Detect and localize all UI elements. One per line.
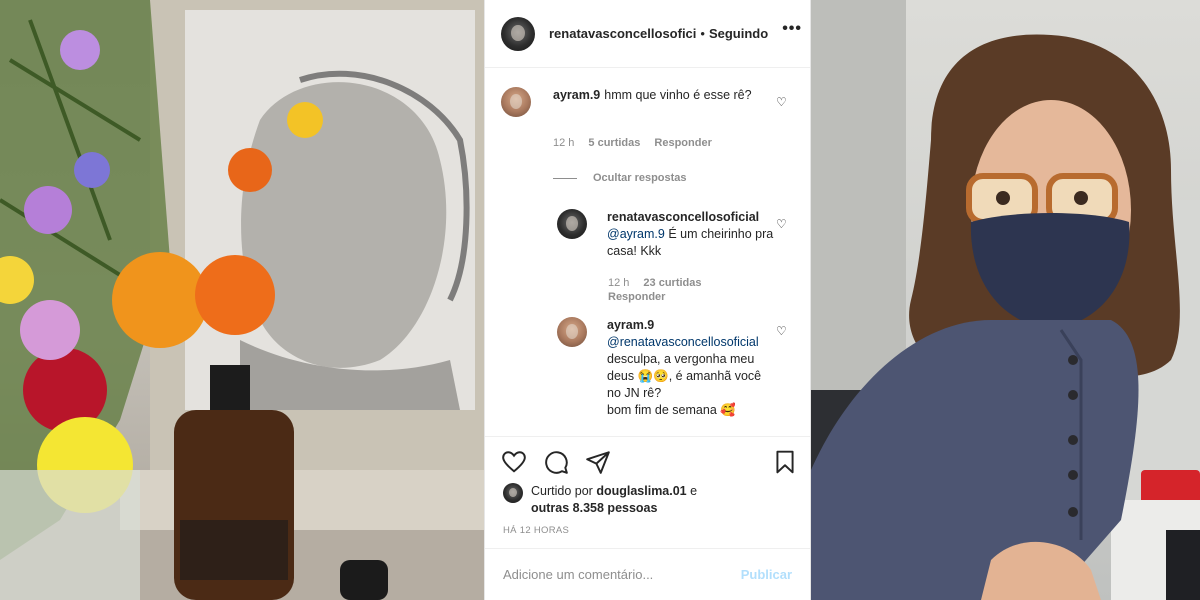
avatar[interactable] [557,209,587,239]
reply-meta: 12 h 23 curtidas Responder [608,277,702,303]
liked-by-text: Curtido por douglaslima.01 e outras 8.35… [531,483,697,517]
heart-icon[interactable]: ♡ [776,324,787,338]
comment-likes[interactable]: 5 curtidas [588,137,640,149]
heart-icon[interactable]: ♡ [776,95,787,109]
comment-text: ayram.9 hmm que vinho é esse rê? [553,87,753,117]
reply-body: desculpa, a vergonha meu deus 😭🥺, é aman… [607,352,762,400]
comment-username[interactable]: ayram.9 [553,88,600,102]
reply-username[interactable]: ayram.9 [607,318,654,332]
heart-icon[interactable]: ♡ [776,217,787,231]
comment-icon[interactable] [543,449,569,475]
reply-item: renatavasconcellosoficial @ayram.9 É um … [557,209,787,260]
reply-mention[interactable]: @ayram.9 [607,227,665,241]
comments-list[interactable]: ayram.9 hmm que vinho é esse rê? ♡ 12 h 5… [485,69,810,435]
reply-username[interactable]: renatavasconcellosoficial [607,210,759,224]
instagram-comments-panel: renatavasconcellosofici • Seguindo ••• a… [484,0,811,600]
avatar[interactable] [501,16,535,51]
reply-body-cut: bom fim de semana 🥰 [607,403,736,417]
avatar[interactable] [501,87,531,117]
likes-summary: Curtido por douglaslima.01 e outras 8.35… [503,483,697,517]
reply-likes[interactable]: 23 curtidas [643,277,701,289]
liked-by-conjunction: e [690,484,698,498]
left-photo-flowers-and-drawing [0,0,484,600]
comment-body: hmm que vinho é esse rê? [604,88,752,102]
reply-text: ayram.9 @renatavasconcellosoficial descu… [607,317,767,419]
reply-mention[interactable]: @renatavasconcellosoficial [607,335,759,349]
post-actions: Curtido por douglaslima.01 e outras 8.35… [485,436,810,546]
more-icon[interactable]: ••• [782,20,802,38]
header-separator-dot: • [700,26,705,41]
avatar[interactable] [503,483,523,503]
publish-button[interactable]: Publicar [741,567,792,582]
comment-box: Publicar [485,548,810,600]
comment-input[interactable] [503,567,733,582]
bookmark-icon[interactable] [772,449,798,475]
heart-icon[interactable] [501,449,527,475]
follow-status-button[interactable]: Seguindo [709,26,768,41]
post-timestamp: HÁ 12 HORAS [503,525,570,536]
reply-button[interactable]: Responder [608,291,702,303]
hide-replies-button[interactable]: Ocultar respostas [553,172,687,184]
avatar[interactable] [557,317,587,347]
comment-time: 12 h [553,137,575,149]
reply-item: ayram.9 @renatavasconcellosoficial descu… [557,317,787,419]
liked-by-prefix: Curtido por [531,484,593,498]
hide-replies-label: Ocultar respostas [593,172,687,184]
right-photo-woman-with-mask [811,0,1200,600]
reply-text: renatavasconcellosoficial @ayram.9 É um … [607,209,787,260]
reply-time: 12 h [608,277,630,289]
reply-button[interactable]: Responder [654,137,711,149]
post-header: renatavasconcellosofici • Seguindo ••• [485,0,810,68]
action-icons [501,449,611,475]
liked-by-others[interactable]: outras 8.358 pessoas [531,501,657,515]
comment-item: ayram.9 hmm que vinho é esse rê? [501,87,771,117]
share-icon[interactable] [585,449,611,475]
comment-meta: 12 h 5 curtidas Responder [553,137,712,149]
liked-by-user[interactable]: douglaslima.01 [596,484,686,498]
divider [553,177,577,179]
post-username[interactable]: renatavasconcellosofici [549,26,696,41]
